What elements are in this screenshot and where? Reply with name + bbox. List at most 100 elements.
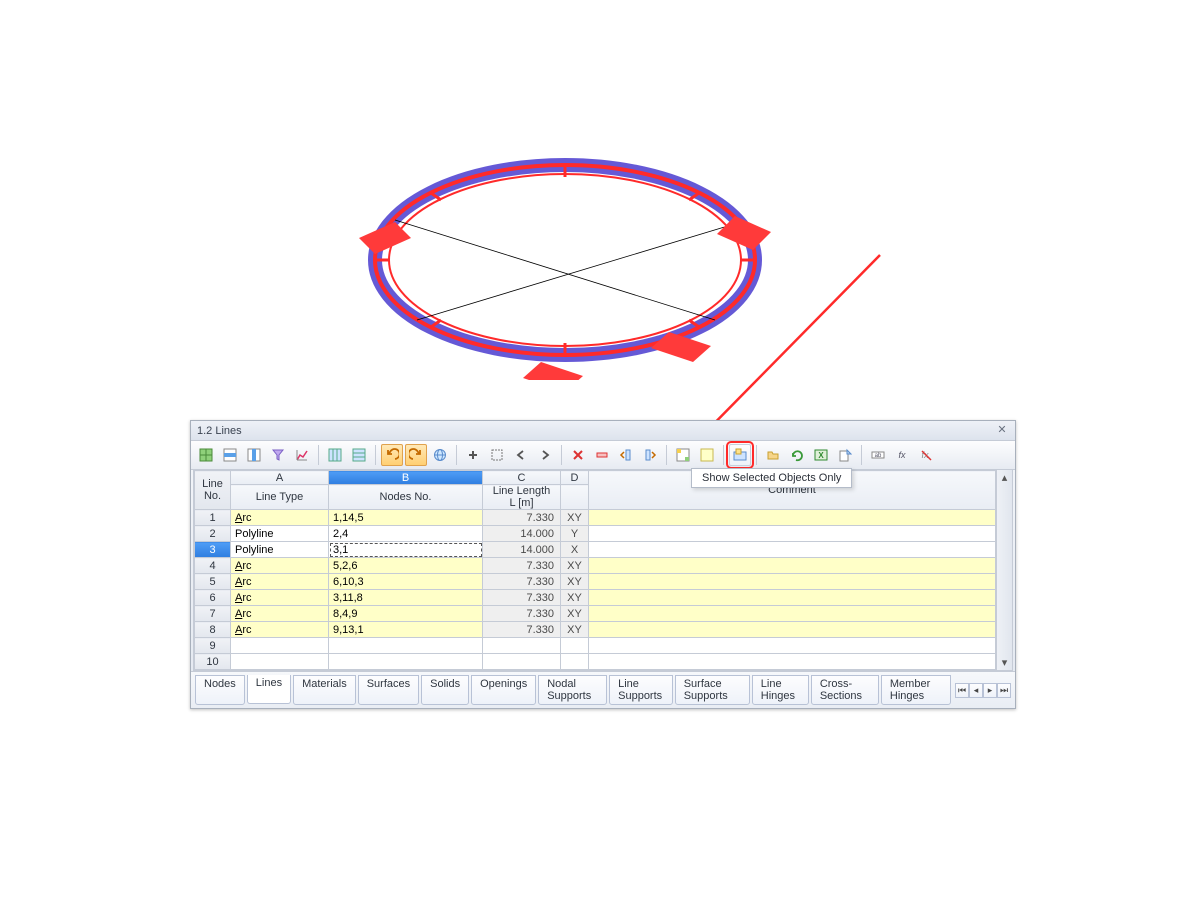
export-icon[interactable] [834,444,856,466]
row-number[interactable]: 6 [195,590,231,606]
show-selected-icon[interactable] [729,444,751,466]
table-row[interactable]: 1Arc1,14,57.330XY [195,510,996,526]
tab-openings[interactable]: Openings [471,675,536,705]
cell-nodes[interactable]: 8,4,9 [329,606,483,622]
cell-comment[interactable] [589,638,996,654]
cell-comment[interactable] [589,558,996,574]
row-number[interactable]: 8 [195,622,231,638]
row-number[interactable]: 3 [195,542,231,558]
table-row[interactable]: 3Polyline3,114.000X [195,542,996,558]
table-row[interactable]: 10 [195,654,996,670]
cell-line-type[interactable]: Arc [231,622,329,638]
table-row[interactable]: 7Arc8,4,97.330XY [195,606,996,622]
col-nodes-no[interactable]: Nodes No. [329,485,483,510]
goto-col-icon[interactable] [243,444,265,466]
cell-comment[interactable] [589,526,996,542]
table-green-icon[interactable] [195,444,217,466]
cell-nodes[interactable]: 9,13,1 [329,622,483,638]
fx-icon[interactable]: fx [891,444,913,466]
cell-line-type[interactable] [231,654,329,670]
col-sym-B[interactable]: B [329,471,483,485]
row-number[interactable]: 7 [195,606,231,622]
col-left-icon[interactable] [615,444,637,466]
scroll-up-icon[interactable]: ▴ [997,470,1012,485]
col-sym-D[interactable]: D [561,471,589,485]
rename-icon[interactable]: ab [867,444,889,466]
cell-line-type[interactable]: Polyline [231,526,329,542]
scroll-down-icon[interactable]: ▾ [997,655,1012,670]
tab-line-supports[interactable]: Line Supports [609,675,673,705]
cell-line-type[interactable]: Arc [231,558,329,574]
globe-icon[interactable] [429,444,451,466]
cell-line-type[interactable]: Arc [231,606,329,622]
close-icon[interactable]: ✕ [995,424,1009,438]
excel-icon[interactable]: X [810,444,832,466]
cell-line-type[interactable]: Arc [231,590,329,606]
cell-nodes[interactable] [329,654,483,670]
row-number[interactable]: 9 [195,638,231,654]
data-grid[interactable]: LineNo. A B C D Comment Line Type Nodes … [193,470,1013,671]
cell-nodes[interactable] [329,638,483,654]
grid-align-icon[interactable] [348,444,370,466]
cell-line-type[interactable]: Polyline [231,542,329,558]
col-sym-A[interactable]: A [231,471,329,485]
grid-fill-icon[interactable] [324,444,346,466]
tab-lines[interactable]: Lines [247,675,291,704]
clear-row-icon[interactable] [591,444,613,466]
undo-icon[interactable] [381,444,403,466]
cell-nodes[interactable]: 6,10,3 [329,574,483,590]
cell-comment[interactable] [589,510,996,526]
nav-left-icon[interactable] [510,444,532,466]
table-row[interactable]: 6Arc3,11,87.330XY [195,590,996,606]
cell-nodes[interactable]: 3,11,8 [329,590,483,606]
row-number[interactable]: 4 [195,558,231,574]
vertical-scrollbar[interactable]: ▴ ▾ [996,470,1012,670]
header-line-no[interactable]: LineNo. [195,471,231,510]
tab-materials[interactable]: Materials [293,675,356,705]
cell-line-type[interactable]: Arc [231,510,329,526]
delete-x-icon[interactable] [567,444,589,466]
cell-nodes[interactable]: 2,4 [329,526,483,542]
tab-surfaces[interactable]: Surfaces [358,675,419,705]
plus-icon[interactable] [462,444,484,466]
table-row[interactable]: 9 [195,638,996,654]
table-row[interactable]: 4Arc5,2,67.330XY [195,558,996,574]
row-number[interactable]: 1 [195,510,231,526]
col-right-icon[interactable] [639,444,661,466]
nav-right-icon[interactable] [534,444,556,466]
tab-solids[interactable]: Solids [421,675,469,705]
filter-icon[interactable] [267,444,289,466]
tab-last-icon[interactable]: ⏭ [997,683,1011,698]
col-sym-C[interactable]: C [483,471,561,485]
row-number[interactable]: 2 [195,526,231,542]
col-line-length[interactable]: Line LengthL [m] [483,485,561,510]
fx-delete-icon[interactable]: fx [915,444,937,466]
highlight-icon[interactable] [696,444,718,466]
tab-member-hinges[interactable]: Member Hinges [881,675,951,705]
refresh-green-icon[interactable] [786,444,808,466]
col-axis[interactable] [561,485,589,510]
tab-surface-supports[interactable]: Surface Supports [675,675,750,705]
cell-comment[interactable] [589,654,996,670]
tab-first-icon[interactable]: ⏮ [955,683,969,698]
cell-comment[interactable] [589,590,996,606]
cell-comment[interactable] [589,542,996,558]
table-row[interactable]: 5Arc6,10,37.330XY [195,574,996,590]
cell-line-type[interactable]: Arc [231,574,329,590]
cell-nodes[interactable]: 5,2,6 [329,558,483,574]
cell-comment[interactable] [589,622,996,638]
tab-nodal-supports[interactable]: Nodal Supports [538,675,607,705]
goto-row-icon[interactable] [219,444,241,466]
tab-next-icon[interactable]: ▸ [983,683,997,698]
open-folder-icon[interactable] [762,444,784,466]
tab-nodes[interactable]: Nodes [195,675,245,705]
cell-line-type[interactable] [231,638,329,654]
cell-nodes[interactable]: 3,1 [329,542,483,558]
col-line-type[interactable]: Line Type [231,485,329,510]
row-number[interactable]: 5 [195,574,231,590]
cell-nodes[interactable]: 1,14,5 [329,510,483,526]
chart-icon[interactable] [291,444,313,466]
cell-comment[interactable] [589,606,996,622]
tab-prev-icon[interactable]: ◂ [969,683,983,698]
select-all-icon[interactable] [486,444,508,466]
